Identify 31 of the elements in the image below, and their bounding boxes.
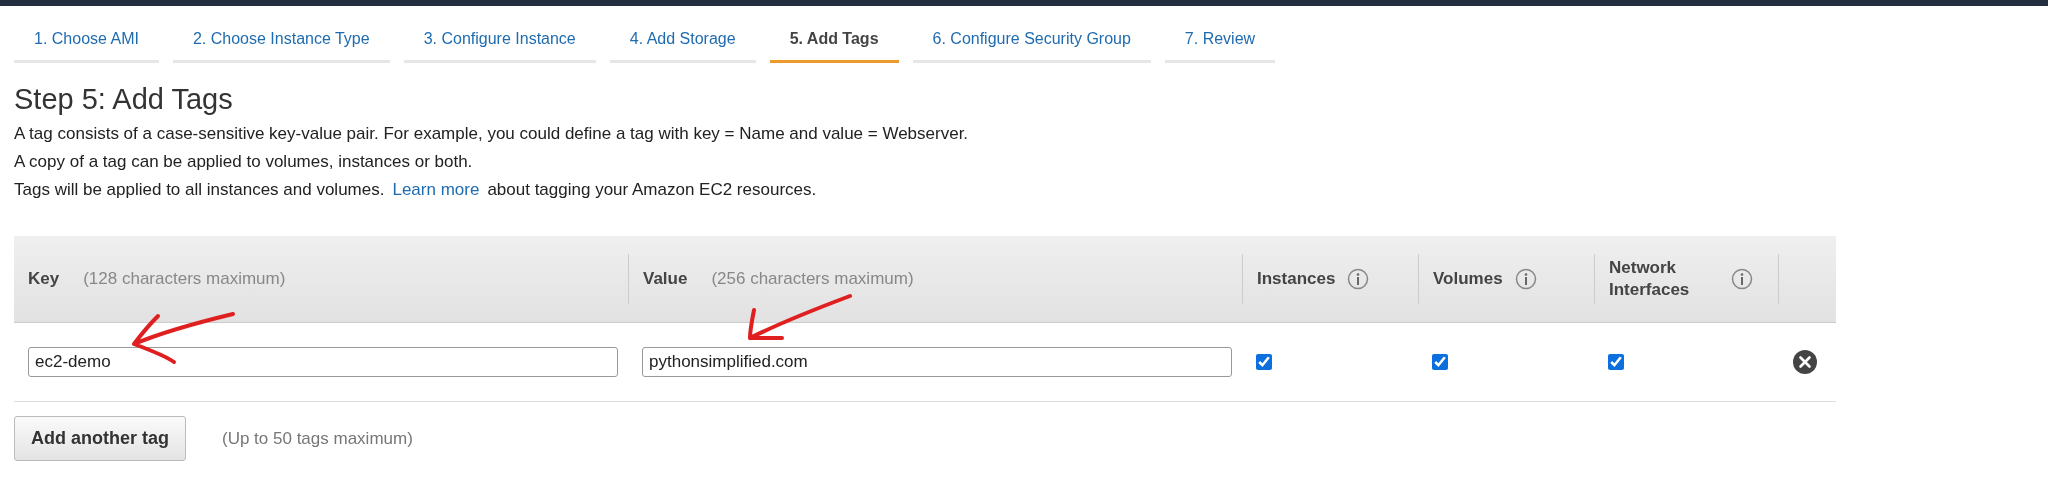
learn-more-link[interactable]: Learn more [392,180,480,200]
column-header: Key [28,267,60,290]
wizard-tab[interactable]: 3. Configure Instance [403,14,596,63]
wizard-tab[interactable]: 5. Add Tags [769,14,899,63]
wizard-tab[interactable]: 1. Choose AMI [14,14,159,63]
description-text: Tags will be applied to all instances and volumes. [14,180,385,200]
checkbox[interactable] [1608,354,1624,370]
description-text: A copy of a tag can be applied to volumes, instances or both. [14,152,473,172]
info-icon[interactable] [1731,268,1753,290]
info-icon[interactable] [1347,268,1370,290]
wizard-tab[interactable]: 7. Review [1164,14,1276,63]
tag-limit-note: (Up to 50 tags maximum) [222,428,413,449]
column-hint: (128 characters maximum) [83,269,286,289]
wizard-tab[interactable]: 4. Add Storage [609,14,756,63]
column-header: Network Interfaces [1609,256,1691,301]
key-input[interactable]: ec2-demo [28,347,618,377]
wizard-tab[interactable]: 2. Choose Instance Type [172,14,390,63]
remove-icon[interactable] [1792,349,1818,375]
page-heading: Step 5: Add Tags [14,83,234,116]
column-header: Volumes [1433,267,1503,290]
description-text: A tag consists of a case-sensitive key-value pair. For example, you could define a tag with key = Name and value = Webserver. [14,124,969,144]
checkbox[interactable] [1256,354,1272,370]
wizard-tab[interactable]: 6. Configure Security Group [912,14,1151,63]
value-input[interactable]: pythonsimplified.com [642,347,1232,377]
checkbox[interactable] [1432,354,1448,370]
add-tag-button[interactable]: Add another tag [14,416,186,461]
column-header: Instances [1257,267,1336,290]
description-text: about tagging your Amazon EC2 resources. [487,180,817,200]
column-header: Value [643,267,688,290]
column-hint: (256 characters maximum) [711,269,914,289]
info-icon[interactable] [1514,268,1537,290]
